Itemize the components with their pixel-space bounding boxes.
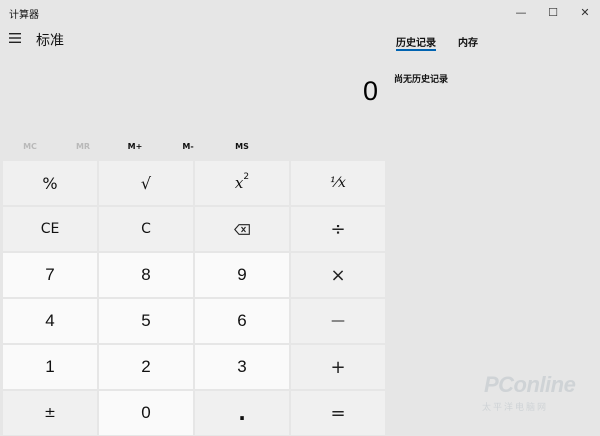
memory-subtract-button[interactable]: M- <box>161 138 215 156</box>
clear-button[interactable]: C <box>99 207 193 251</box>
percent-button[interactable]: % <box>3 161 97 205</box>
digit-2-button[interactable]: 2 <box>99 345 193 389</box>
digit-7-label: 7 <box>45 265 55 284</box>
memory-recall-button[interactable]: MR <box>56 138 110 156</box>
equals-button[interactable]: = <box>291 391 385 435</box>
digit-0-button[interactable]: 0 <box>99 391 193 435</box>
digit-9-button[interactable]: 9 <box>195 253 289 297</box>
memory-store-button[interactable]: MS <box>215 138 269 156</box>
clear-entry-button[interactable]: CE <box>3 207 97 251</box>
minimize-button[interactable]: — <box>505 0 537 24</box>
close-icon: ✕ <box>580 5 590 19</box>
clear-label: C <box>141 221 151 237</box>
digit-5-label: 5 <box>141 311 151 330</box>
watermark-subtitle: 太平洋电脑网 <box>482 403 549 413</box>
maximize-icon: ☐ <box>548 5 558 19</box>
watermark-logo: PConline <box>484 372 576 397</box>
digit-9-label: 9 <box>237 265 247 284</box>
divide-label: ÷ <box>330 218 346 240</box>
divide-button[interactable]: ÷ <box>291 207 385 251</box>
digit-1-label: 1 <box>45 357 55 376</box>
digit-2-label: 2 <box>141 357 151 376</box>
square-root-button[interactable]: √ <box>99 161 193 205</box>
digit-3-label: 3 <box>237 357 247 376</box>
display-value: 0 <box>362 76 378 106</box>
tab-memory[interactable]: 内存 <box>458 34 478 49</box>
multiply-button[interactable]: × <box>291 253 385 297</box>
square-base-label: x <box>234 174 244 192</box>
history-empty-message: 尚无历史记录 <box>394 75 449 85</box>
memory-add-button[interactable]: M+ <box>108 138 162 156</box>
decimal-button[interactable]: . <box>195 391 289 435</box>
square-root-label: √ <box>140 173 152 193</box>
add-button[interactable]: + <box>291 345 385 389</box>
minimize-icon: — <box>515 5 527 19</box>
digit-4-label: 4 <box>45 311 55 330</box>
calculator-window: 计算器 — ☐ ✕ 标准 0 MC MR M+ M- MS % √ x 2 ⅟x… <box>0 0 600 436</box>
backspace-button[interactable] <box>195 207 289 251</box>
digit-6-label: 6 <box>237 311 247 330</box>
negate-button[interactable]: ± <box>3 391 97 435</box>
clear-entry-label: CE <box>40 221 60 237</box>
tab-history[interactable]: 历史记录 <box>396 34 436 49</box>
result-display: 0 <box>0 60 384 130</box>
navigation-menu-button[interactable] <box>6 29 24 47</box>
active-tab-indicator <box>396 49 436 51</box>
equals-label: = <box>330 402 346 424</box>
keypad: % √ x2 ⅟x CE C ÷ 7 8 9 × 4 5 6 — 1 2 3 +… <box>3 161 385 435</box>
mode-title: 标准 <box>36 33 64 49</box>
close-button[interactable]: ✕ <box>569 0 600 24</box>
hamburger-menu-icon <box>9 33 21 43</box>
digit-1-button[interactable]: 1 <box>3 345 97 389</box>
negate-label: ± <box>44 405 56 421</box>
backspace-icon <box>234 223 250 235</box>
reciprocal-button[interactable]: ⅟x <box>291 161 385 205</box>
memory-clear-button[interactable]: MC <box>3 138 57 156</box>
digit-8-button[interactable]: 8 <box>99 253 193 297</box>
digit-8-label: 8 <box>141 265 151 284</box>
square-exponent-label: 2 <box>243 172 250 182</box>
digit-6-button[interactable]: 6 <box>195 299 289 343</box>
multiply-label: × <box>330 264 346 286</box>
square-button[interactable]: x2 <box>195 161 289 205</box>
digit-7-button[interactable]: 7 <box>3 253 97 297</box>
subtract-button[interactable]: — <box>291 299 385 343</box>
add-label: + <box>330 356 346 378</box>
maximize-button[interactable]: ☐ <box>537 0 569 24</box>
app-title: 计算器 <box>9 10 39 21</box>
percent-label: % <box>42 173 58 193</box>
reciprocal-label: ⅟x <box>330 175 346 191</box>
title-bar: 计算器 — ☐ ✕ <box>0 0 600 24</box>
subtract-label: — <box>331 313 345 329</box>
digit-0-label: 0 <box>141 403 151 422</box>
decimal-label: . <box>238 401 246 425</box>
digit-5-button[interactable]: 5 <box>99 299 193 343</box>
digit-4-button[interactable]: 4 <box>3 299 97 343</box>
digit-3-button[interactable]: 3 <box>195 345 289 389</box>
